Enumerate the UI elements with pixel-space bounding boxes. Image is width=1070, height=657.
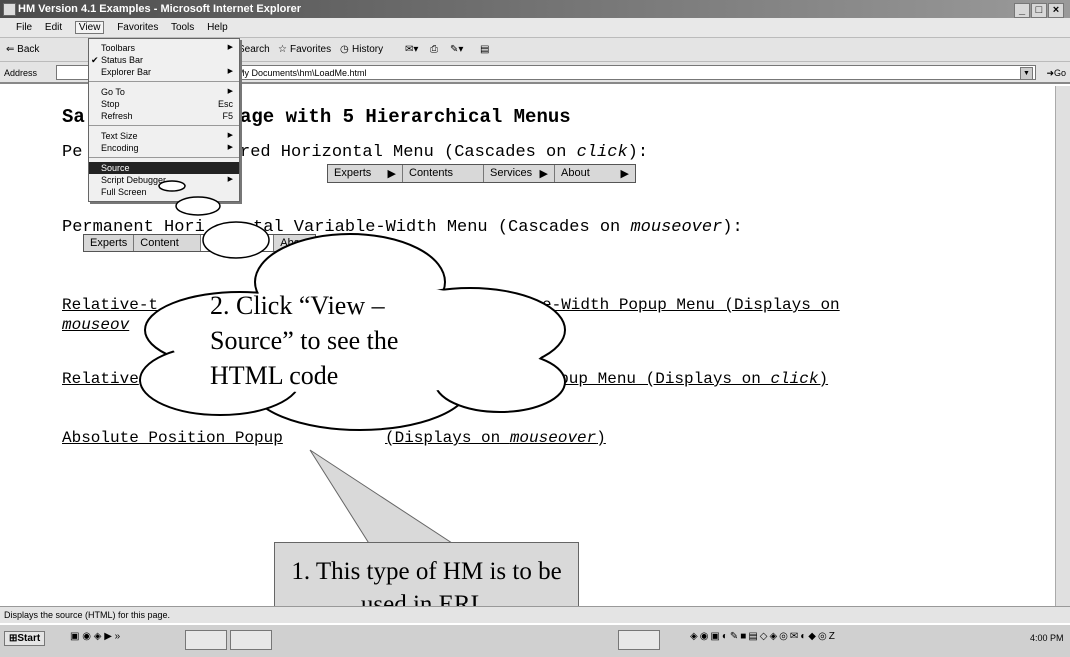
status-bar: Displays the source (HTML) for this page… — [0, 606, 1070, 623]
start-button[interactable]: ⊞Start — [4, 631, 46, 646]
taskbar-button[interactable] — [230, 630, 272, 650]
callout-pointer — [309, 449, 457, 546]
system-tray-icons[interactable]: ◈◉▣◐✎■▤◇◈◎✉◐◆◎Z — [690, 631, 837, 642]
highlight-ellipse-menu — [202, 221, 270, 259]
taskbar-button[interactable] — [185, 630, 227, 650]
highlight-ellipse-source — [158, 180, 186, 192]
status-text: Displays the source (HTML) for this page… — [4, 610, 171, 620]
quick-launch-icons[interactable]: ▣ ◉ ◈ ▶ » — [70, 631, 120, 642]
cloud-callout-text: 2. Click “View – Source” to see the HTML… — [210, 291, 399, 390]
taskbar: ⊞Start ▣ ◉ ◈ ▶ » ◈◉▣◐✎■▤◇◈◎✉◐◆◎Z 4:00 PM — [0, 623, 1070, 657]
taskbar-button[interactable] — [618, 630, 660, 650]
highlight-ellipse-debugger — [175, 196, 221, 216]
clock: 4:00 PM — [1030, 633, 1064, 643]
